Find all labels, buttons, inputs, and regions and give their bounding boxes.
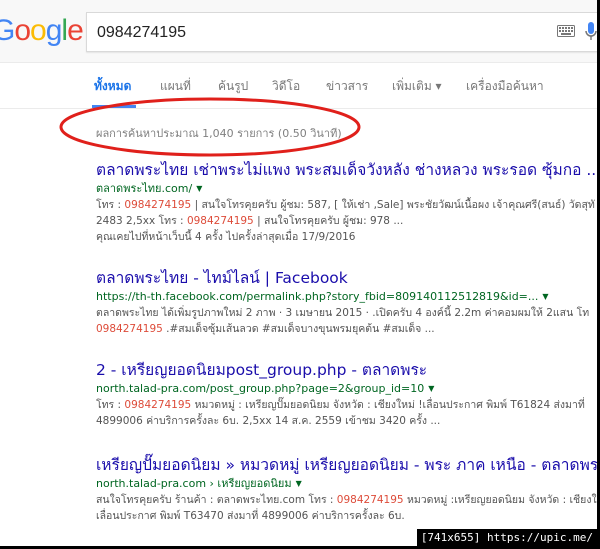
snippet-text: 2483 2,5xx โทร : <box>96 215 187 227</box>
highlighted-phone-number: 0984274195 <box>186 215 254 227</box>
logo-letter: o <box>30 14 47 47</box>
tab-news[interactable]: ข่าวสาร <box>326 77 368 96</box>
snippet-text: | สนใจโทรคุยครับ ผู้ชม: 587, [ ให้เช่า ,… <box>191 199 595 211</box>
snippet-text: หมวดหมู่ :เหรียญยอดนิยม จังหวัด : เชียงใ… <box>403 494 600 506</box>
tab-videos[interactable]: วิดีโอ <box>272 77 300 96</box>
logo-letter: g <box>45 14 63 47</box>
annotation-ellipse <box>59 97 361 157</box>
search-result: 2 - เหรียญยอดนิยมpost_group.php - ตลาดพร… <box>96 360 600 429</box>
tab-all[interactable]: ทั้งหมด <box>94 77 131 96</box>
result-visited-note: คุณเคยไปที่หน้าเว็บนี้ 4 ครั้ง ไปครั้งล่… <box>96 231 356 243</box>
search-box[interactable] <box>86 12 600 52</box>
snippet-text: .#สมเด็จซุ้มเส้นลวด #สมเด็จบางขุนพรมยุคต… <box>162 323 435 335</box>
result-title-link[interactable]: เหรียญปั๊มยอดนิยม » หมวดหมู่ เหรียญยอดนิ… <box>96 455 600 475</box>
result-snippet-line: ตลาดพระไทย ได้เพิ่มรูปภาพใหม่ 2 ภาพ · 3 … <box>96 305 600 321</box>
result-title-link[interactable]: ตลาดพระไทย เช่าพระไม่แพง พระสมเด็จวังหลั… <box>96 160 600 180</box>
search-header: Google <box>0 0 600 63</box>
logo-letter: o <box>14 14 31 47</box>
result-snippet-line: 4899006 ค่าบริการครั้งละ 6บ. 2,5xx 14 ส.… <box>96 413 600 429</box>
result-title-link[interactable]: 2 - เหรียญยอดนิยมpost_group.php - ตลาดพร… <box>96 360 600 380</box>
tab-maps[interactable]: แผนที่ <box>160 77 191 96</box>
search-result: เหรียญปั๊มยอดนิยม » หมวดหมู่ เหรียญยอดนิ… <box>96 455 600 524</box>
search-input[interactable] <box>95 21 539 45</box>
snippet-text: 4899006 ค่าบริการครั้งละ 6บ. 2,5xx 14 ส.… <box>96 415 441 427</box>
snippet-text: เลื่อนประกาศ พิมพ์ T63470 ส่งมาที่ 48990… <box>96 510 405 522</box>
result-url[interactable]: ตลาดพระไทย.com/▼ <box>96 181 600 197</box>
snippet-text: ตลาดพระไทย ได้เพิ่มรูปภาพใหม่ 2 ภาพ · 3 … <box>96 307 590 319</box>
dropdown-caret-icon[interactable]: ▼ <box>542 289 548 305</box>
result-snippet-line: เลื่อนประกาศ พิมพ์ T63470 ส่งมาที่ 48990… <box>96 508 600 524</box>
search-result: ตลาดพระไทย เช่าพระไม่แพง พระสมเด็จวังหลั… <box>96 160 600 245</box>
logo-letter: e <box>67 14 84 47</box>
highlighted-phone-number: 0984274195 <box>124 199 192 211</box>
result-url[interactable]: north.talad-pra.com › เหรียญยอดนิยม ▼ <box>96 476 600 492</box>
highlighted-phone-number: 0984274195 <box>124 399 192 411</box>
keyboard-icon[interactable] <box>557 25 575 37</box>
highlighted-phone-number: 0984274195 <box>96 323 163 335</box>
snippet-text: โทร : <box>96 199 125 211</box>
result-snippet-line: สนใจโทรคุยครับ ร้านค้า : ตลาดพระไทย.com … <box>96 492 600 508</box>
dropdown-caret-icon[interactable]: ▼ <box>296 476 302 492</box>
snippet-text: | สนใจโทรคุยครับ ผู้ชม: 978 ... <box>253 215 404 227</box>
watermark-label: [741x655] https://upic.me/ <box>416 529 597 546</box>
result-url[interactable]: https://th-th.facebook.com/permalink.php… <box>96 289 600 305</box>
tab-images[interactable]: ค้นรูป <box>218 77 248 96</box>
highlighted-phone-number: 0984274195 <box>336 494 404 506</box>
snippet-text: สนใจโทรคุยครับ ร้านค้า : ตลาดพระไทย.com … <box>96 494 337 506</box>
result-snippet-line: 0984274195 .#สมเด็จซุ้มเส้นลวด #สมเด็จบา… <box>96 321 600 337</box>
search-result: ตลาดพระไทย - ไทม์ไลน์ | Facebook https:/… <box>96 268 600 337</box>
google-logo[interactable]: Google <box>0 14 84 48</box>
result-snippet-line: โทร : 0984274195 | สนใจโทรคุยครับ ผู้ชม:… <box>96 197 600 213</box>
dropdown-caret-icon[interactable]: ▼ <box>196 181 202 197</box>
tab-more[interactable]: เพิ่มเติม ▾ <box>392 77 442 96</box>
snippet-text: โทร : <box>96 399 125 411</box>
snippet-text: หมวดหมู่ : เหรียญปั๊มยอดนิยม จังหวัด : เ… <box>191 399 585 411</box>
microphone-icon[interactable] <box>585 22 597 42</box>
result-snippet-line: 2483 2,5xx โทร : 0984274195 | สนใจโทรคุย… <box>96 213 600 229</box>
tab-search-tools[interactable]: เครื่องมือค้นหา <box>466 77 544 96</box>
dropdown-caret-icon[interactable]: ▼ <box>428 381 434 397</box>
result-url[interactable]: north.talad-pra.com/post_group.php?page=… <box>96 381 600 397</box>
result-title-link[interactable]: ตลาดพระไทย - ไทม์ไลน์ | Facebook <box>96 268 600 288</box>
result-snippet-line: โทร : 0984274195 หมวดหมู่ : เหรียญปั๊มยอ… <box>96 397 600 413</box>
logo-letter: G <box>0 14 15 47</box>
